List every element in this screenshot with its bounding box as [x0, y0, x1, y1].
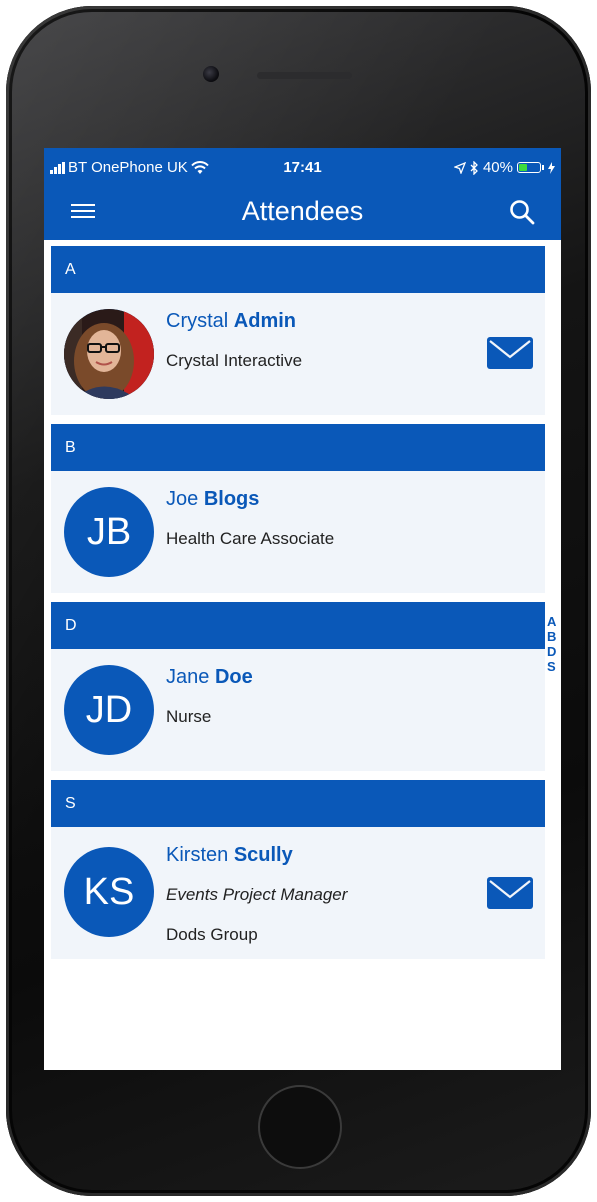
section-s: S KS Kirsten Scully Events Project Manag… — [51, 780, 545, 959]
attendee-card[interactable]: KS Kirsten Scully Events Project Manager… — [51, 827, 545, 959]
attendee-organisation: Dods Group — [166, 925, 258, 944]
last-name: Blogs — [203, 488, 260, 510]
battery-tip — [542, 165, 544, 170]
front-camera — [203, 66, 219, 82]
avatar-initials: KS — [64, 847, 154, 937]
attendee-name[interactable]: Kirsten Scully — [166, 844, 293, 867]
index-letter[interactable]: D — [547, 644, 561, 659]
attendee-name[interactable]: Crystal Admin — [166, 310, 296, 333]
index-letter[interactable]: A — [547, 614, 561, 629]
section-a: A Crystal Admin Crystal Interactive — [51, 246, 545, 415]
app-screen: BT OnePhone UK 17:41 40% Attendees A Cry… — [44, 148, 561, 1070]
attendee-card[interactable]: Crystal Admin Crystal Interactive — [51, 293, 545, 415]
search-icon[interactable] — [509, 199, 535, 225]
attendee-list: A Crystal Admin Crystal Interactive B JB… — [51, 246, 545, 968]
alphabet-index: A B D S — [547, 614, 561, 674]
mail-icon[interactable] — [487, 877, 533, 909]
earpiece-speaker — [257, 72, 352, 79]
avatar-initials: JD — [64, 665, 154, 755]
status-bar: BT OnePhone UK 17:41 40% — [44, 148, 561, 186]
first-name: Kirsten — [166, 844, 229, 866]
section-header: A — [51, 246, 545, 293]
first-name: Jane — [166, 666, 210, 688]
section-d: D JD Jane Doe Nurse — [51, 602, 545, 771]
portrait-image — [64, 309, 154, 399]
section-header: D — [51, 602, 545, 649]
first-name: Joe — [166, 488, 199, 510]
charging-bolt-icon — [548, 161, 555, 174]
attendee-organisation: Crystal Interactive — [166, 351, 303, 370]
index-letter[interactable]: S — [547, 659, 561, 674]
attendee-card[interactable]: JD Jane Doe Nurse — [51, 649, 545, 771]
battery-percent: 40% — [482, 159, 513, 176]
mail-icon[interactable] — [487, 337, 533, 369]
attendee-name[interactable]: Joe Blogs — [166, 488, 259, 511]
avatar-initials: JB — [64, 487, 154, 577]
bluetooth-icon — [470, 160, 478, 175]
attendee-job-title: Events Project Manager — [166, 885, 348, 904]
avatar-photo — [64, 309, 154, 399]
nav-bar: Attendees — [44, 186, 561, 240]
section-header: B — [51, 424, 545, 471]
last-name: Admin — [233, 310, 297, 332]
attendee-job-title: Health Care Associate — [166, 529, 335, 548]
page-title: Attendees — [241, 196, 364, 226]
battery-icon — [517, 162, 541, 173]
attendee-card[interactable]: JB Joe Blogs Health Care Associate — [51, 471, 545, 593]
last-name: Doe — [214, 666, 253, 688]
home-button[interactable] — [258, 1085, 342, 1169]
attendee-job-title: Nurse — [166, 707, 212, 726]
section-b: B JB Joe Blogs Health Care Associate — [51, 424, 545, 593]
status-right: 40% — [453, 159, 555, 176]
location-arrow-icon — [453, 161, 466, 174]
last-name: Scully — [233, 844, 293, 866]
first-name: Crystal — [166, 310, 229, 332]
section-header: S — [51, 780, 545, 827]
attendee-name[interactable]: Jane Doe — [166, 666, 253, 689]
index-letter[interactable]: B — [547, 629, 561, 644]
